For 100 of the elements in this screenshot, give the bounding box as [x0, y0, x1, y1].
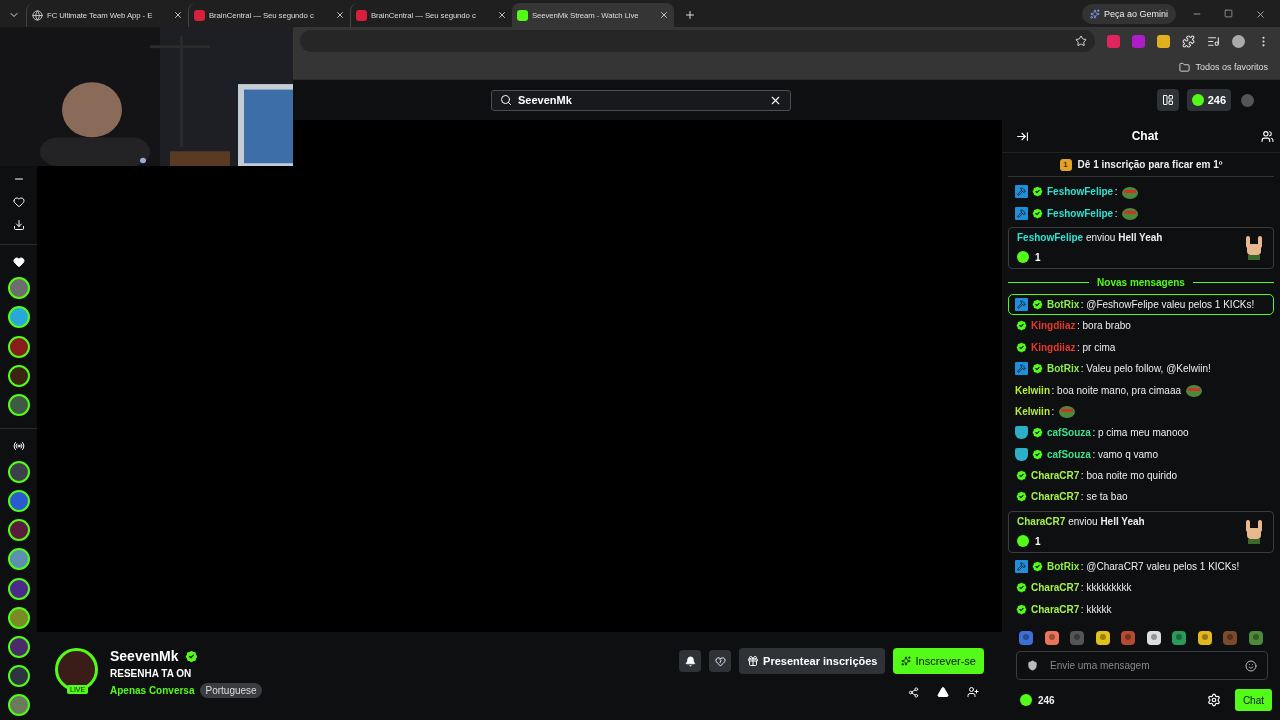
moderator-badge-icon: [1015, 559, 1028, 573]
close-icon[interactable]: [1255, 9, 1266, 20]
emote-icon[interactable]: [1196, 630, 1213, 646]
search-field[interactable]: SeevenMk: [491, 89, 791, 111]
moderator-badge-icon: [1015, 206, 1028, 220]
chat-username[interactable]: BotRix: [1047, 363, 1080, 375]
extension-icon[interactable]: [1107, 34, 1120, 48]
chat-text: : se ta bao: [1080, 491, 1128, 503]
verified-badge-icon: [1015, 340, 1028, 354]
channel-name[interactable]: SeevenMk: [110, 648, 179, 664]
channel-avatar[interactable]: [7, 606, 30, 629]
emote-icon[interactable]: [1094, 630, 1111, 646]
kick-coin-icon: [1020, 694, 1032, 706]
layout-button[interactable]: [1156, 89, 1179, 111]
chat-username[interactable]: FeshowFelipe: [1047, 207, 1114, 219]
chat-username[interactable]: Kelwiin: [1015, 384, 1050, 396]
profile-avatar-icon[interactable]: [1232, 34, 1245, 48]
new-tab-icon[interactable]: [684, 9, 696, 21]
verified-badge-icon: [1015, 490, 1028, 504]
hand-icon: [1243, 517, 1265, 546]
message-input[interactable]: Envie uma mensagem: [1048, 659, 1235, 672]
unfollow-button[interactable]: [709, 650, 732, 672]
chat-username[interactable]: FeshowFelipe: [1047, 186, 1114, 198]
channel-avatar[interactable]: [7, 335, 30, 358]
verified-badge-icon: [1031, 206, 1044, 220]
chat-text: : bora brabo: [1076, 320, 1131, 332]
channel-avatar[interactable]: [7, 490, 30, 513]
moderator-badge-icon: [1015, 297, 1028, 311]
close-icon[interactable]: [659, 10, 669, 20]
chat-username[interactable]: CharaCR7: [1031, 491, 1080, 503]
verified-badge-icon: [1015, 602, 1028, 616]
channel-avatar[interactable]: [7, 665, 30, 688]
gift-text: FeshowFelipe enviou Hell Yeah: [1017, 232, 1164, 244]
heart-icon[interactable]: [12, 256, 25, 269]
gemini-button[interactable]: Peça ao Gemini: [1081, 4, 1176, 24]
pinned-message: Dê 1 inscrição para ficar em 1º: [1077, 159, 1223, 170]
channel-avatar[interactable]: [7, 460, 30, 483]
channel-avatar[interactable]: [7, 636, 30, 658]
chat-text: : boa noite mo quirido: [1080, 470, 1178, 482]
channel-avatar[interactable]: [7, 364, 30, 387]
sparkle-icon: [1089, 9, 1100, 19]
chat-username[interactable]: BotRix: [1047, 298, 1080, 310]
chat-username[interactable]: Kelwiin: [1015, 405, 1050, 417]
bookmarks-folder[interactable]: Todos os favoritos: [1195, 62, 1268, 72]
chat-username[interactable]: Kingdiiaz: [1031, 320, 1076, 332]
heart-icon[interactable]: [12, 196, 25, 208]
maximize-icon[interactable]: [1224, 9, 1233, 18]
verified-badge-icon: [1031, 426, 1044, 440]
emote-icon[interactable]: [1145, 630, 1162, 646]
moderator-badge-icon: [1015, 362, 1028, 376]
verified-badge-icon: [1031, 185, 1044, 199]
channel-avatar[interactable]: [7, 394, 30, 417]
message-field[interactable]: Envie uma mensagem: [1016, 651, 1268, 680]
gift-text: CharaCR7 enviou Hell Yeah: [1017, 516, 1146, 528]
chat-username[interactable]: Kingdiiaz: [1031, 341, 1076, 353]
media-icon[interactable]: [1207, 34, 1220, 48]
chat-username[interactable]: CharaCR7: [1031, 582, 1080, 594]
chat-text: : kkkkk: [1080, 603, 1112, 615]
settings-icon[interactable]: [1206, 693, 1221, 707]
new-messages-label: Novas mensagens: [1097, 277, 1185, 289]
channel-avatar[interactable]: [7, 694, 30, 717]
bookmark-star-icon[interactable]: [1075, 35, 1087, 47]
extensions-icon[interactable]: [1182, 34, 1195, 48]
moderator-badge-icon: [1015, 185, 1028, 199]
live-icon[interactable]: [12, 439, 25, 452]
channel-avatar[interactable]: [7, 277, 30, 300]
chat-text: : @FeshowFelipe valeu pelos 1 KICKs!: [1080, 298, 1255, 310]
chat-username[interactable]: CharaCR7: [1031, 470, 1080, 482]
channel-avatar[interactable]: [7, 519, 30, 542]
chat-username[interactable]: cafSouza: [1047, 448, 1091, 460]
close-icon[interactable]: [335, 10, 345, 20]
report-icon[interactable]: [937, 686, 949, 698]
points-button[interactable]: 246: [1186, 89, 1231, 111]
channel-avatar[interactable]: [7, 548, 30, 571]
close-icon[interactable]: [497, 10, 507, 20]
channel-avatar[interactable]: [7, 306, 30, 329]
collapse-chat-icon[interactable]: [1016, 129, 1029, 143]
share-icon[interactable]: [907, 686, 919, 698]
user-avatar-icon[interactable]: [1241, 93, 1254, 107]
category-link[interactable]: Apenas Conversa: [110, 685, 195, 696]
verified-badge-icon: [1031, 559, 1044, 573]
emoji-icon[interactable]: [1245, 659, 1257, 672]
emote-icon[interactable]: [1043, 630, 1060, 646]
send-chat-button[interactable]: Chat: [1234, 689, 1272, 711]
globe-icon: [32, 9, 43, 21]
users-icon[interactable]: [1261, 129, 1274, 143]
extension-icon[interactable]: [1157, 34, 1170, 48]
add-user-icon[interactable]: [967, 686, 979, 698]
subscribe-button[interactable]: Inscrever-se: [893, 648, 984, 674]
folder-icon: [1179, 61, 1191, 73]
chat-username[interactable]: BotRix: [1047, 560, 1080, 572]
chat-username[interactable]: cafSouza: [1047, 427, 1091, 439]
language-tag[interactable]: Portuguese: [200, 683, 262, 698]
notification-button[interactable]: [679, 650, 702, 672]
gift-subs-button[interactable]: Presentear inscrições: [739, 648, 886, 674]
download-icon[interactable]: [12, 218, 25, 231]
chat-username[interactable]: CharaCR7: [1031, 603, 1080, 615]
subscriber-badge-icon: [1015, 447, 1028, 461]
close-icon[interactable]: [173, 10, 183, 20]
channel-avatar[interactable]: [7, 577, 30, 600]
